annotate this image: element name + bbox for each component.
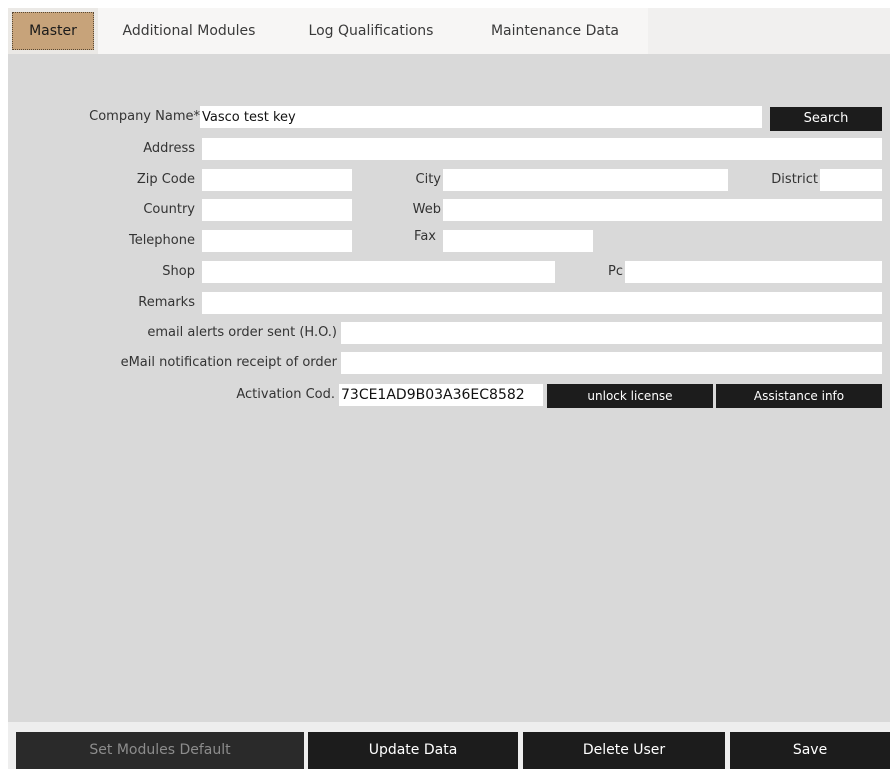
master-form-panel: Company Name* Search Address Zip Code Ci… — [8, 54, 890, 722]
city-label: City — [415, 172, 441, 187]
country-field[interactable] — [202, 199, 352, 221]
tab-additional-modules[interactable]: Additional Modules — [98, 8, 280, 54]
web-label: Web — [412, 202, 441, 217]
company-name-label: Company Name* — [89, 109, 200, 124]
web-field[interactable] — [443, 199, 882, 221]
save-button[interactable]: Save — [730, 732, 890, 769]
tab-master[interactable]: Master — [12, 12, 94, 50]
tab-log-qualifications[interactable]: Log Qualifications — [280, 8, 462, 54]
email-alerts-label: email alerts order sent (H.O.) — [147, 325, 337, 340]
telephone-field[interactable] — [202, 230, 352, 252]
assistance-info-button[interactable]: Assistance info — [716, 384, 882, 408]
delete-user-button[interactable]: Delete User — [523, 732, 725, 769]
remarks-label: Remarks — [138, 295, 195, 310]
update-data-button[interactable]: Update Data — [308, 732, 518, 769]
company-name-field[interactable] — [200, 106, 762, 128]
zip-code-field[interactable] — [202, 169, 352, 191]
pc-field[interactable] — [625, 261, 882, 283]
activation-code-label: Activation Cod. — [236, 387, 335, 402]
email-notification-label: eMail notification receipt of order — [120, 355, 337, 370]
bottom-action-bar: Set Modules Default Update Data Delete U… — [8, 722, 890, 769]
tab-maintenance-data[interactable]: Maintenance Data — [462, 8, 648, 54]
tab-bar: Master Additional Modules Log Qualificat… — [8, 8, 890, 54]
country-label: Country — [143, 202, 195, 217]
district-label: District — [771, 172, 818, 187]
telephone-label: Telephone — [128, 233, 195, 248]
fax-field[interactable] — [443, 230, 593, 252]
search-button[interactable]: Search — [770, 107, 882, 131]
activation-code-field[interactable] — [339, 384, 543, 406]
city-field[interactable] — [443, 169, 728, 191]
shop-label: Shop — [162, 264, 195, 279]
zip-code-label: Zip Code — [136, 172, 195, 187]
address-label: Address — [143, 141, 195, 156]
district-field[interactable] — [820, 169, 882, 191]
set-modules-default-button[interactable]: Set Modules Default — [16, 732, 304, 769]
email-notification-field[interactable] — [341, 352, 882, 374]
remarks-field[interactable] — [202, 292, 882, 314]
address-field[interactable] — [202, 138, 882, 160]
shop-field[interactable] — [202, 261, 555, 283]
unlock-license-button[interactable]: unlock license — [547, 384, 713, 408]
tab-bar-filler — [648, 8, 890, 54]
fax-label: Fax — [414, 229, 436, 244]
user-master-window: Master Additional Modules Log Qualificat… — [0, 0, 890, 769]
email-alerts-field[interactable] — [341, 322, 882, 344]
pc-label: Pc — [608, 264, 623, 279]
